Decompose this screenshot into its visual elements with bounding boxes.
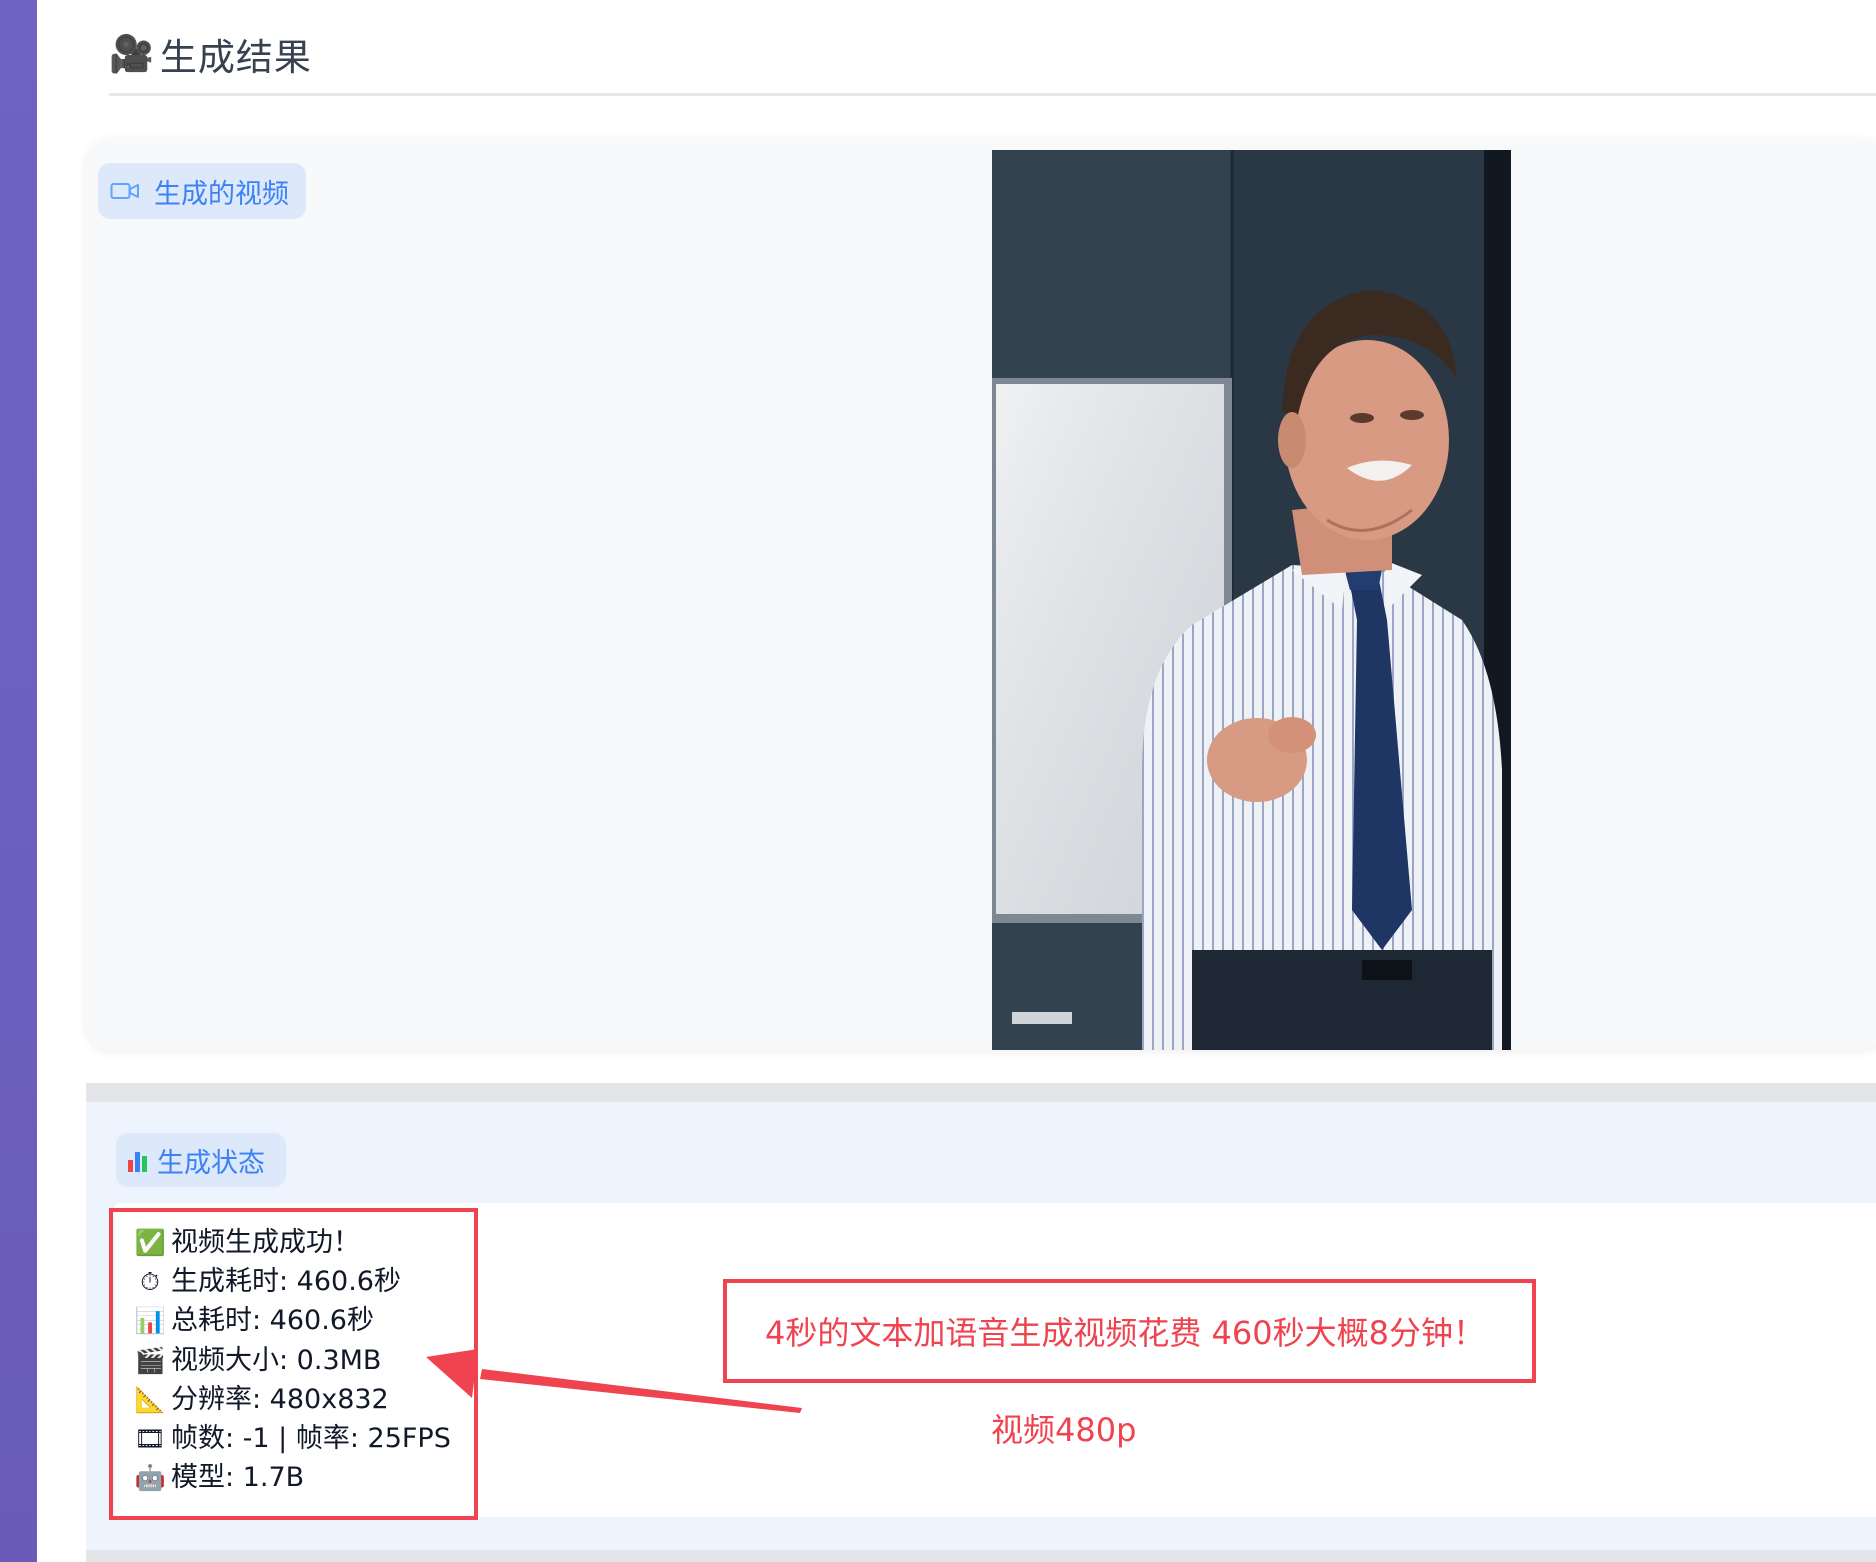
movie-camera-icon: 🎥 [109,34,154,75]
header-divider [109,93,1876,96]
video-section-title: 生成的视频 [154,178,289,210]
page-header: 🎥 生成结果 [109,26,1876,96]
video-section-label: 生成的视频 [98,163,306,219]
video-camera-icon [110,183,139,199]
video-panel [86,138,1876,1050]
bar-chart-icon [128,1148,147,1172]
annotation-sub-text: 视频480p [991,1411,1137,1449]
status-section-title: 生成状态 [157,1147,265,1179]
annotation-highlight-box [109,1208,478,1520]
status-section-label: 生成状态 [116,1133,286,1187]
page-title: 生成结果 [159,36,312,79]
annotation-callout-box: 4秒的文本加语音生成视频花费 460秒大概8分钟！ [723,1279,1536,1383]
sidebar-strip [0,0,37,1562]
video-frame-image [992,150,1511,1050]
annotation-main-text: 4秒的文本加语音生成视频花费 460秒大概8分钟！ [765,1314,1485,1352]
page-title-row: 🎥 生成结果 [109,26,1876,82]
generated-video-player[interactable] [992,150,1511,1050]
